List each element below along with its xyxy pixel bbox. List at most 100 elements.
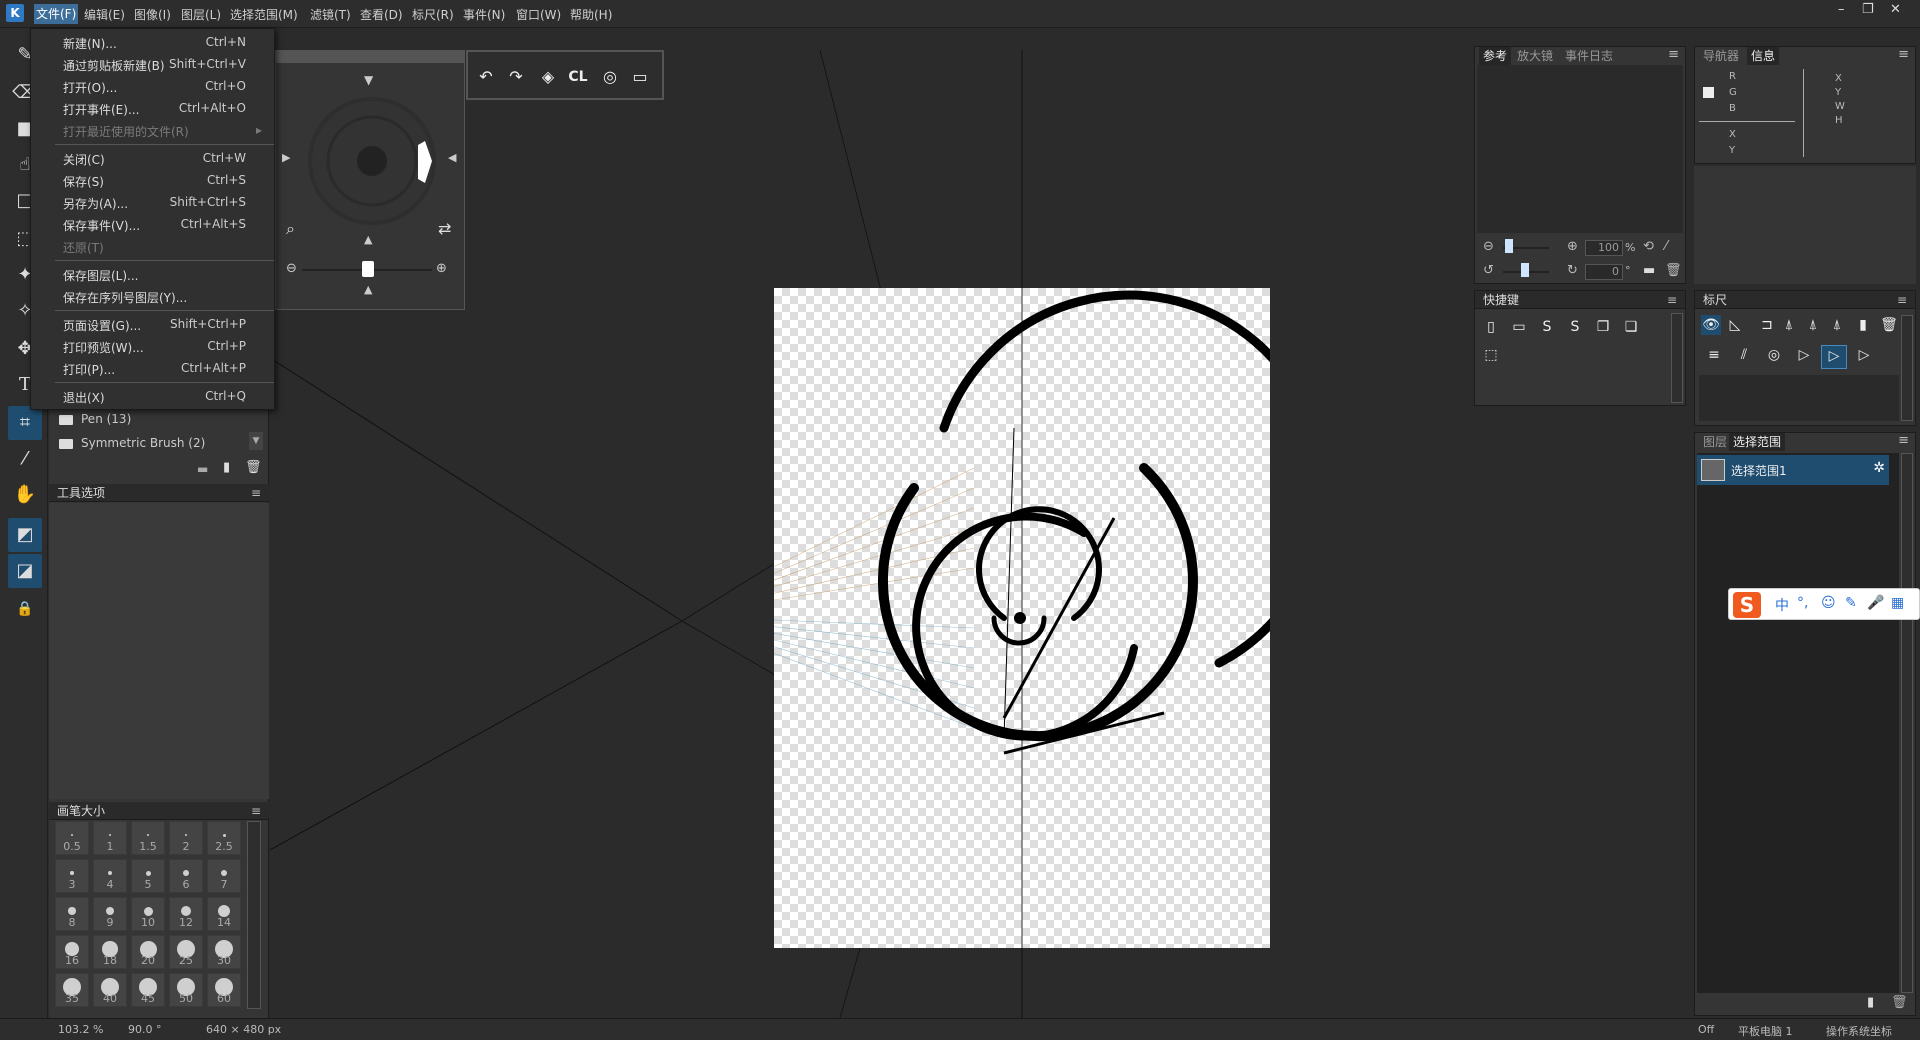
- perspective-2-icon[interactable]: ⍋: [1803, 315, 1823, 335]
- panel-menu-icon[interactable]: ≡: [251, 484, 261, 502]
- perspective-3-icon[interactable]: ⍋: [1827, 315, 1847, 335]
- brush-size-cell[interactable]: 40: [93, 973, 127, 1007]
- brush-size-cell[interactable]: 9: [93, 897, 127, 931]
- emoji-icon[interactable]: ☺: [1821, 595, 1836, 611]
- tab-event-log[interactable]: 事件日志: [1561, 47, 1617, 65]
- handwriting-icon[interactable]: ✎: [1845, 595, 1857, 611]
- menu-item-new-from-clipboard[interactable]: 通过剪贴板新建(B) Shift+Ctrl+V: [31, 53, 274, 74]
- target-icon[interactable]: ◎: [598, 66, 622, 88]
- panel-menu-icon[interactable]: ≡: [1898, 47, 1909, 62]
- ruler-scrollbar[interactable]: [1901, 315, 1913, 421]
- restore-button[interactable]: ❐: [1862, 2, 1874, 17]
- shortcuts-scrollbar[interactable]: [1671, 313, 1683, 403]
- rotate-up-icon[interactable]: ▼: [364, 73, 373, 87]
- zoom-out-icon[interactable]: ⊖: [1483, 239, 1494, 254]
- tab-navigator[interactable]: 导航器: [1699, 47, 1743, 65]
- brush-size-cell[interactable]: 4: [93, 859, 127, 893]
- menu-file[interactable]: 文件(F): [34, 4, 79, 24]
- gear-icon[interactable]: ✲: [1873, 460, 1885, 476]
- rotate-right-icon[interactable]: ◀: [448, 151, 456, 164]
- brush-size-cell[interactable]: 6: [169, 859, 203, 893]
- window-icon[interactable]: ▭: [628, 66, 652, 88]
- tab-reference[interactable]: 参考: [1479, 47, 1512, 65]
- rotation-dial[interactable]: [302, 91, 442, 231]
- clear-eraser-icon[interactable]: ◈: [536, 66, 560, 88]
- save-icon[interactable]: S: [1537, 317, 1557, 337]
- widget-titlebar[interactable]: [276, 51, 464, 63]
- brush-size-cell[interactable]: 0.5: [55, 821, 89, 855]
- delete-ruler-icon[interactable]: 🗑: [1879, 315, 1899, 335]
- parallel-ruler-icon[interactable]: ≡: [1701, 345, 1727, 369]
- brush-size-cell[interactable]: 45: [131, 973, 165, 1007]
- ruler-snap-icon[interactable]: ⊐: [1757, 315, 1777, 335]
- rotate-cw-icon[interactable]: ↻: [1567, 263, 1578, 278]
- copy-icon[interactable]: ❐: [1593, 317, 1613, 337]
- brush-size-cell[interactable]: 35: [55, 973, 89, 1007]
- one-point-perspective-icon[interactable]: ▷: [1791, 345, 1817, 369]
- close-button[interactable]: ✕: [1890, 2, 1901, 17]
- brush-size-cell[interactable]: 20: [131, 935, 165, 969]
- brush-size-cell[interactable]: 1: [93, 821, 127, 855]
- delete-icon[interactable]: 🗑: [245, 460, 262, 475]
- sogou-logo-icon[interactable]: S: [1733, 592, 1761, 618]
- rotate-input[interactable]: 0: [1585, 264, 1623, 280]
- panel-menu-icon[interactable]: ≡: [1897, 291, 1907, 309]
- flip-icon[interactable]: ⇄: [438, 219, 451, 238]
- tab-info[interactable]: 信息: [1747, 47, 1780, 65]
- rotate-left-icon[interactable]: ▶: [282, 151, 290, 164]
- three-point-perspective-icon[interactable]: ▷: [1851, 345, 1877, 369]
- panel-menu-icon[interactable]: ≡: [1667, 291, 1677, 309]
- eyedropper-icon[interactable]: ⁄: [1665, 239, 1667, 254]
- brush-size-cell[interactable]: 16: [55, 935, 89, 969]
- menu-selection[interactable]: 选择范围(M): [230, 6, 298, 23]
- toolbox-icon[interactable]: ▦: [1891, 595, 1904, 611]
- brush-size-cell[interactable]: 1.5: [131, 821, 165, 855]
- menu-filter[interactable]: 滤镜(T): [310, 6, 351, 23]
- delete-layer-icon[interactable]: 🗑: [1891, 995, 1908, 1010]
- reset-icon[interactable]: ⟲: [1643, 239, 1654, 254]
- zoom-in-icon[interactable]: ⊕: [436, 261, 447, 276]
- brush-size-cell[interactable]: 60: [207, 973, 241, 1007]
- brush-size-scrollbar[interactable]: [247, 821, 261, 1009]
- brush-size-cell[interactable]: 3: [55, 859, 89, 893]
- new-brush-icon[interactable]: ▮: [223, 460, 230, 475]
- select-all-icon[interactable]: ⬚: [1481, 345, 1501, 365]
- menu-event[interactable]: 事件(N): [463, 6, 505, 23]
- ime-mode-icon[interactable]: 中: [1775, 595, 1789, 615]
- menu-item-page-setup[interactable]: 页面设置(G)... Shift+Ctrl+P: [31, 313, 274, 334]
- menu-item-open-event[interactable]: 打开事件(E)... Ctrl+Alt+O: [31, 97, 274, 118]
- paste-icon[interactable]: ❏: [1621, 317, 1641, 337]
- brush-size-cell[interactable]: 2.5: [207, 821, 241, 855]
- menu-layer[interactable]: 图层(L): [181, 6, 221, 23]
- brush-size-cell[interactable]: 18: [93, 935, 127, 969]
- tab-magnifier[interactable]: 放大镜: [1513, 47, 1557, 65]
- brush-size-cell[interactable]: 2: [169, 821, 203, 855]
- panel-menu-icon[interactable]: ≡: [1668, 47, 1679, 62]
- rotate-ccw-icon[interactable]: ↺: [1483, 263, 1494, 278]
- brush-size-cell[interactable]: 50: [169, 973, 203, 1007]
- scroll-down-button[interactable]: ▼: [249, 432, 263, 450]
- brush-size-cell[interactable]: 14: [207, 897, 241, 931]
- undo-icon[interactable]: ↶: [474, 66, 498, 88]
- zoom-fit-icon[interactable]: ⌕: [286, 219, 295, 239]
- folder-add-icon[interactable]: ▬: [197, 462, 208, 476]
- eyedropper-tool-icon[interactable]: ⁄: [8, 442, 42, 476]
- new-file-icon[interactable]: ▯: [1481, 317, 1501, 337]
- zoom-out-icon[interactable]: ⊖: [286, 261, 297, 276]
- rotate-slider-handle[interactable]: [1521, 263, 1529, 277]
- brush-size-cell[interactable]: 25: [169, 935, 203, 969]
- menu-item-print[interactable]: 打印(P)... Ctrl+Alt+P: [31, 357, 274, 378]
- brush-folder-symmetric[interactable]: Symmetric Brush (2): [59, 432, 205, 454]
- menu-item-close[interactable]: 关闭(C) Ctrl+W: [31, 147, 274, 168]
- menu-item-save-sequence-layer[interactable]: 保存在序列号图层(Y)...: [31, 285, 274, 306]
- fg-color-icon[interactable]: ◩: [8, 518, 42, 552]
- clear-layer-button[interactable]: CL: [566, 66, 590, 88]
- slider-up-icon[interactable]: ▲: [364, 283, 372, 296]
- zoom-slider-handle[interactable]: [1505, 239, 1513, 253]
- menu-item-save[interactable]: 保存(S) Ctrl+S: [31, 169, 274, 190]
- crop-tool-icon[interactable]: ⌗: [8, 406, 42, 440]
- folder-open-icon[interactable]: ▬: [1643, 263, 1655, 278]
- ime-punctuation-icon[interactable]: °,: [1797, 595, 1808, 611]
- concentric-ruler-icon[interactable]: ◎: [1761, 345, 1787, 369]
- menu-item-new[interactable]: 新建(N)... Ctrl+N: [31, 31, 274, 52]
